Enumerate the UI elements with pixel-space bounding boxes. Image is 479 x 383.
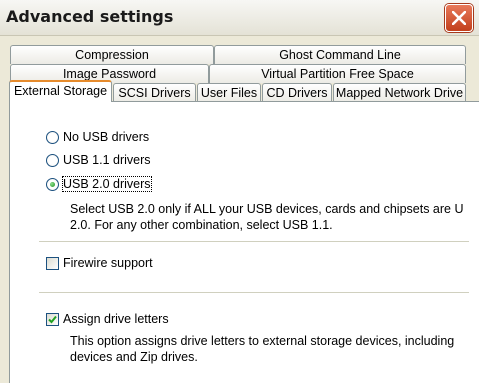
radio-label: USB 1.1 drivers	[63, 153, 151, 167]
tab-label: User Files	[200, 86, 258, 100]
checkmark-icon	[48, 315, 57, 323]
divider	[39, 241, 469, 242]
radio-usb-2-0-drivers[interactable]: USB 2.0 drivers	[46, 176, 152, 192]
tab-user-files[interactable]: User Files	[197, 83, 261, 102]
checkbox-label: Assign drive letters	[63, 312, 169, 326]
tab-label: Image Password	[62, 67, 157, 81]
checkbox-assign-drive-letters[interactable]: Assign drive letters	[46, 312, 169, 326]
tab-label: External Storage	[13, 84, 108, 98]
tab-virtual-partition-free-space[interactable]: Virtual Partition Free Space	[209, 64, 466, 83]
tab-scsi-drivers[interactable]: SCSI Drivers	[113, 83, 196, 102]
tab-label: Ghost Command Line	[279, 48, 401, 62]
drive-letters-note: This option assigns drive letters to ext…	[70, 334, 455, 364]
radio-button[interactable]	[46, 153, 59, 167]
usb-note: Select USB 2.0 only if ALL your USB devi…	[70, 202, 464, 232]
tab-label: Compression	[75, 48, 149, 62]
tab-cd-drivers[interactable]: CD Drivers	[262, 83, 332, 102]
tab-label: Mapped Network Drive	[335, 86, 464, 100]
checkbox-firewire-support[interactable]: Firewire support	[46, 256, 153, 270]
checkbox-label: Firewire support	[63, 256, 153, 270]
radio-label: No USB drivers	[63, 130, 150, 144]
divider	[39, 292, 469, 293]
radio-no-usb-drivers[interactable]: No USB drivers	[46, 130, 149, 144]
title-bar: Advanced settings	[0, 0, 479, 36]
tab-label: SCSI Drivers	[118, 86, 191, 100]
checkbox-checked[interactable]	[46, 312, 59, 326]
tab-external-storage[interactable]: External Storage	[9, 80, 112, 102]
radio-usb-1-1-drivers[interactable]: USB 1.1 drivers	[46, 153, 151, 167]
tab-label: Virtual Partition Free Space	[261, 67, 414, 81]
tab-label: CD Drivers	[266, 86, 328, 100]
window-title: Advanced settings	[6, 7, 174, 26]
tab-compression[interactable]: Compression	[10, 45, 214, 64]
close-button[interactable]	[445, 4, 473, 32]
radio-button-selected[interactable]	[46, 177, 59, 191]
close-icon	[452, 11, 466, 25]
radio-selected-dot	[50, 181, 55, 187]
radio-button[interactable]	[46, 130, 59, 144]
tab-mapped-network-drive[interactable]: Mapped Network Drive	[333, 83, 466, 102]
checkbox[interactable]	[46, 256, 59, 270]
radio-label: USB 2.0 drivers	[62, 176, 152, 192]
tab-ghost-command-line[interactable]: Ghost Command Line	[214, 45, 466, 64]
